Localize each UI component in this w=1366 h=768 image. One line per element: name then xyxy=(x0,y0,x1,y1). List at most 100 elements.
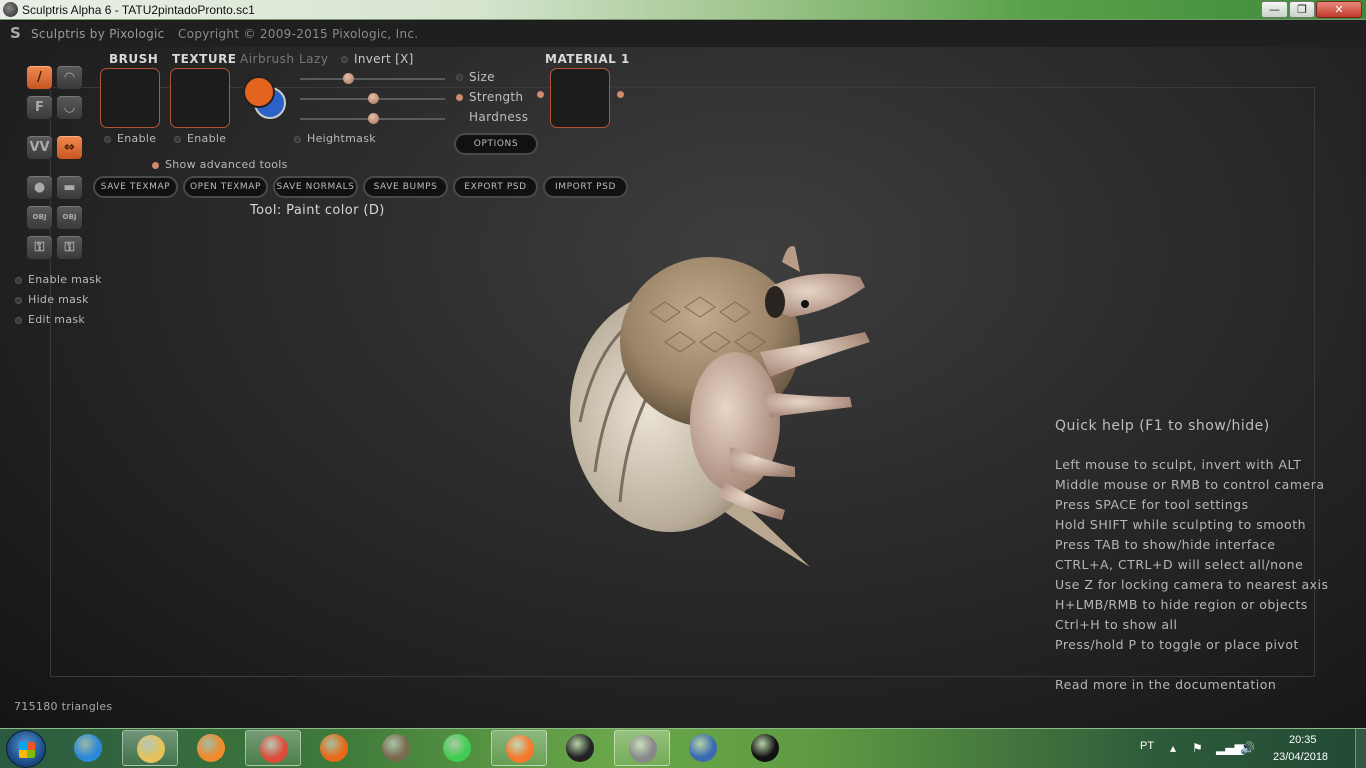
sculptris-taskbar-button[interactable] xyxy=(613,730,670,766)
close-button[interactable]: ✕ xyxy=(1316,1,1362,18)
material-prev-dot[interactable] xyxy=(537,91,544,98)
clock-time[interactable]: 20:35 xyxy=(1289,734,1317,746)
obj-import-button[interactable]: OBJ xyxy=(26,205,53,230)
inkscape-taskbar-button[interactable] xyxy=(737,730,793,766)
strength-label: Strength xyxy=(469,90,524,104)
edit-mask-label: Edit mask xyxy=(28,313,86,326)
sculpt-viewport[interactable]: / ◠ F ◡ VV ⇔ ● ▬ OBJ OBJ ⚿ ⚿ Enable mask… xyxy=(0,47,1366,728)
lazy-label[interactable]: Lazy xyxy=(299,52,328,66)
heightmask-option[interactable]: Heightmask xyxy=(294,132,376,145)
quick-help-title: Quick help (F1 to show/hide) xyxy=(1055,418,1270,434)
quick-help-line: Press SPACE for tool settings xyxy=(1055,497,1249,512)
strength-option[interactable]: Strength xyxy=(456,90,523,104)
material-slot[interactable] xyxy=(550,68,610,128)
sphere-tool-button[interactable]: ● xyxy=(26,175,53,200)
enable-mask-option[interactable]: Enable mask xyxy=(15,273,102,286)
export-psd-button[interactable]: EXPORT PSD xyxy=(453,176,538,198)
quick-help-line: Left mouse to sculpt, invert with ALT xyxy=(1055,457,1302,472)
invert-radio[interactable] xyxy=(341,56,348,63)
enable-mask-radio[interactable] xyxy=(15,276,22,284)
unity-icon xyxy=(566,734,594,762)
gimp-taskbar-button[interactable] xyxy=(368,730,424,766)
quick-help-line: Press TAB to show/hide interface xyxy=(1055,537,1276,552)
advanced-tools-option[interactable]: Show advanced tools xyxy=(152,158,288,171)
brand-text: Sculptris by Pixologic xyxy=(31,27,165,41)
save-bumps-button[interactable]: SAVE BUMPS xyxy=(363,176,448,198)
sculptris-icon xyxy=(628,735,657,763)
lock-tool-button[interactable]: ⚿ xyxy=(26,235,53,260)
strength-slider-knob[interactable] xyxy=(367,93,379,104)
invert-option[interactable]: Invert [X] xyxy=(341,52,414,66)
blender-taskbar-button[interactable] xyxy=(490,730,547,766)
qt-taskbar-button[interactable] xyxy=(429,730,485,766)
texture-enable-radio[interactable] xyxy=(174,135,181,143)
firefox-taskbar-button[interactable] xyxy=(306,730,362,766)
open-texmap-button[interactable]: OPEN TEXMAP xyxy=(183,176,268,198)
brush-enable-label: Enable xyxy=(117,132,157,145)
firefox-icon xyxy=(320,734,348,762)
volume-icon[interactable]: 🔊 xyxy=(1240,741,1255,755)
flatten-tool-button[interactable]: ◠ xyxy=(56,65,83,90)
save-normals-button[interactable]: SAVE NORMALS xyxy=(273,176,358,198)
clock-date[interactable]: 23/04/2018 xyxy=(1273,751,1328,763)
show-hidden-icons-icon[interactable]: ▴ xyxy=(1170,741,1176,755)
size-slider-knob[interactable] xyxy=(342,73,354,84)
media-player-icon xyxy=(197,734,225,762)
action-center-flag-icon[interactable]: ⚑ xyxy=(1192,741,1203,755)
brush-enable-option[interactable]: Enable xyxy=(104,132,156,145)
media-player-taskbar-button[interactable] xyxy=(183,730,239,766)
unity-taskbar-button[interactable] xyxy=(552,730,608,766)
strength-radio[interactable] xyxy=(456,94,463,101)
crease-tool-button[interactable]: ◡ xyxy=(56,95,83,120)
hide-mask-radio[interactable] xyxy=(15,296,22,304)
primary-color-swatch[interactable] xyxy=(243,76,275,108)
obj-export-button[interactable]: OBJ xyxy=(56,205,83,230)
app-blue-taskbar-button[interactable] xyxy=(675,730,731,766)
pinch-tool-button[interactable]: VV xyxy=(26,135,53,160)
brush-enable-radio[interactable] xyxy=(104,135,111,143)
save-texmap-button[interactable]: SAVE TEXMAP xyxy=(93,176,178,198)
size-slider-track[interactable] xyxy=(300,78,445,80)
window-titlebar: Sculptris Alpha 6 - TATU2pintadoPronto.s… xyxy=(0,0,1366,20)
heightmask-radio[interactable] xyxy=(294,135,301,143)
quick-help-line: Press/hold P to toggle or place pivot xyxy=(1055,637,1299,652)
advanced-tools-radio[interactable] xyxy=(152,161,159,169)
size-option[interactable]: Size xyxy=(456,70,495,84)
airbrush-label[interactable]: Airbrush xyxy=(240,52,295,66)
chrome-taskbar-button[interactable] xyxy=(244,730,301,766)
f-tool-button[interactable]: F xyxy=(26,95,53,120)
brush-alpha-slot[interactable] xyxy=(100,68,160,128)
current-tool-label: Tool: Paint color (D) xyxy=(250,203,385,218)
texture-slot[interactable] xyxy=(170,68,230,128)
material-label: MATERIAL 1 xyxy=(545,52,630,66)
hide-mask-option[interactable]: Hide mask xyxy=(15,293,89,306)
grab-tool-button[interactable]: ⇔ xyxy=(56,135,83,160)
size-label: Size xyxy=(469,70,495,84)
import-psd-button[interactable]: IMPORT PSD xyxy=(543,176,628,198)
file-explorer-icon xyxy=(136,735,165,763)
show-desktop-button[interactable] xyxy=(1355,729,1366,768)
internet-explorer-taskbar-button[interactable] xyxy=(60,730,116,766)
texture-enable-option[interactable]: Enable xyxy=(174,132,226,145)
texture-enable-label: Enable xyxy=(187,132,227,145)
app-header: S Sculptris by Pixologic Copyright © 200… xyxy=(0,21,1366,47)
hardness-slider-knob[interactable] xyxy=(367,113,379,124)
sculptris-app-icon xyxy=(3,2,18,17)
edit-mask-radio[interactable] xyxy=(15,316,22,324)
start-button[interactable] xyxy=(6,730,46,768)
material-next-dot[interactable] xyxy=(617,91,624,98)
documentation-link[interactable]: Read more in the documentation xyxy=(1055,677,1276,692)
hardness-label: Hardness xyxy=(469,110,529,124)
language-indicator[interactable]: PT xyxy=(1140,740,1154,752)
draw-tool-button[interactable]: / xyxy=(26,65,53,90)
minimize-button[interactable]: — xyxy=(1261,1,1288,18)
options-button[interactable]: OPTIONS xyxy=(454,133,538,155)
maximize-button[interactable]: ❐ xyxy=(1289,1,1315,18)
size-radio[interactable] xyxy=(456,74,463,81)
edit-mask-option[interactable]: Edit mask xyxy=(15,313,85,326)
brush-label: BRUSH xyxy=(109,52,159,66)
file-explorer-taskbar-button[interactable] xyxy=(121,730,178,766)
lock-tool-button-2[interactable]: ⚿ xyxy=(56,235,83,260)
armadillo-model[interactable] xyxy=(560,192,890,572)
plane-tool-button[interactable]: ▬ xyxy=(56,175,83,200)
